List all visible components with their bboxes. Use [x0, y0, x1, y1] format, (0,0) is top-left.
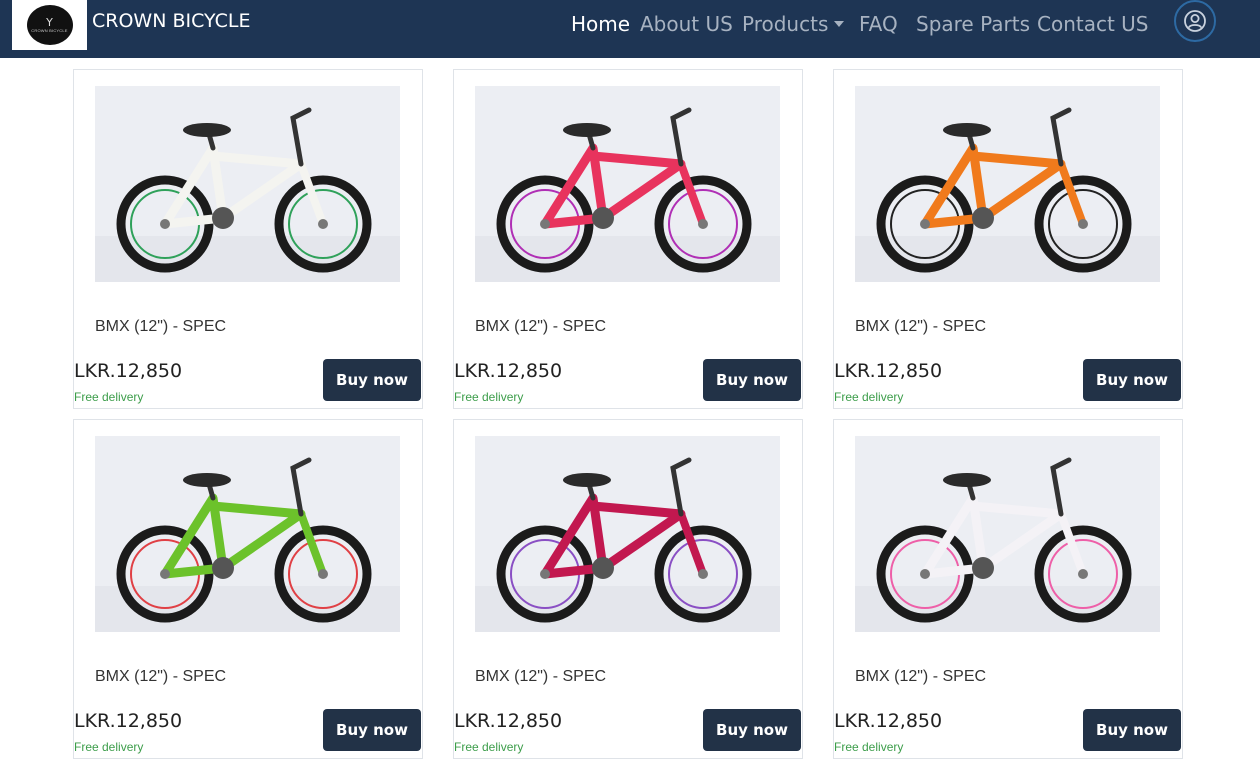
product-name[interactable]: BMX (12") - SPEC	[855, 668, 986, 686]
product-card[interactable]: BMX (12") - SPEC LKR.12,850 Free deliver…	[453, 419, 803, 759]
buy-now-button[interactable]: Buy now	[323, 359, 421, 401]
product-name[interactable]: BMX (12") - SPEC	[475, 318, 606, 336]
buy-now-button[interactable]: Buy now	[323, 709, 421, 751]
delivery-note: Free delivery	[834, 390, 904, 404]
user-circle-icon	[1184, 10, 1206, 32]
product-image[interactable]	[95, 436, 400, 632]
brand-logo[interactable]: Y CROWN BICYCLE	[12, 0, 87, 50]
chevron-down-icon	[834, 21, 845, 27]
product-price: LKR.12,850	[74, 710, 183, 732]
buy-now-button[interactable]: Buy now	[703, 359, 801, 401]
product-image[interactable]	[855, 436, 1160, 632]
delivery-note: Free delivery	[454, 390, 524, 404]
nav-spare-parts[interactable]: Spare Parts	[916, 12, 1030, 36]
nav-products-label: Products	[742, 12, 829, 36]
product-card[interactable]: BMX (12") - SPEC LKR.12,850 Free deliver…	[73, 419, 423, 759]
product-image[interactable]	[95, 86, 400, 282]
bicycle-icon	[855, 86, 1160, 282]
product-card[interactable]: BMX (12") - SPEC LKR.12,850 Free deliver…	[833, 69, 1183, 409]
delivery-note: Free delivery	[74, 390, 144, 404]
product-card[interactable]: BMX (12") - SPEC LKR.12,850 Free deliver…	[833, 419, 1183, 759]
logo-text: CROWN BICYCLE	[31, 27, 68, 33]
product-price: LKR.12,850	[454, 360, 563, 382]
nav-faq[interactable]: FAQ	[859, 12, 898, 36]
bicycle-icon	[855, 436, 1160, 632]
nav-contact-us[interactable]: Contact US	[1037, 12, 1149, 36]
product-price: LKR.12,850	[454, 710, 563, 732]
product-name[interactable]: BMX (12") - SPEC	[855, 318, 986, 336]
product-name[interactable]: BMX (12") - SPEC	[475, 668, 606, 686]
product-card[interactable]: BMX (12") - SPEC LKR.12,850 Free deliver…	[453, 69, 803, 409]
bicycle-logo-icon: Y CROWN BICYCLE	[26, 5, 73, 45]
brand-name[interactable]: CROWN BICYCLE	[92, 10, 250, 32]
product-image[interactable]	[475, 436, 780, 632]
nav-about-us[interactable]: About US	[640, 12, 733, 36]
product-price: LKR.12,850	[74, 360, 183, 382]
product-price: LKR.12,850	[834, 360, 943, 382]
product-price: LKR.12,850	[834, 710, 943, 732]
delivery-note: Free delivery	[454, 740, 524, 754]
product-card[interactable]: BMX (12") - SPEC LKR.12,850 Free deliver…	[73, 69, 423, 409]
product-image[interactable]	[475, 86, 780, 282]
product-name[interactable]: BMX (12") - SPEC	[95, 668, 226, 686]
product-name[interactable]: BMX (12") - SPEC	[95, 318, 226, 336]
delivery-note: Free delivery	[834, 740, 904, 754]
bicycle-icon	[475, 86, 780, 282]
buy-now-button[interactable]: Buy now	[703, 709, 801, 751]
product-image[interactable]	[855, 86, 1160, 282]
nav-home[interactable]: Home	[571, 12, 630, 36]
bicycle-icon	[95, 436, 400, 632]
buy-now-button[interactable]: Buy now	[1083, 709, 1181, 751]
user-account-button[interactable]	[1174, 0, 1216, 42]
nav-products[interactable]: Products	[742, 12, 845, 36]
navbar: Y CROWN BICYCLE CROWN BICYCLE Home About…	[0, 0, 1260, 58]
delivery-note: Free delivery	[74, 740, 144, 754]
bicycle-icon	[95, 86, 400, 282]
buy-now-button[interactable]: Buy now	[1083, 359, 1181, 401]
bicycle-icon	[475, 436, 780, 632]
